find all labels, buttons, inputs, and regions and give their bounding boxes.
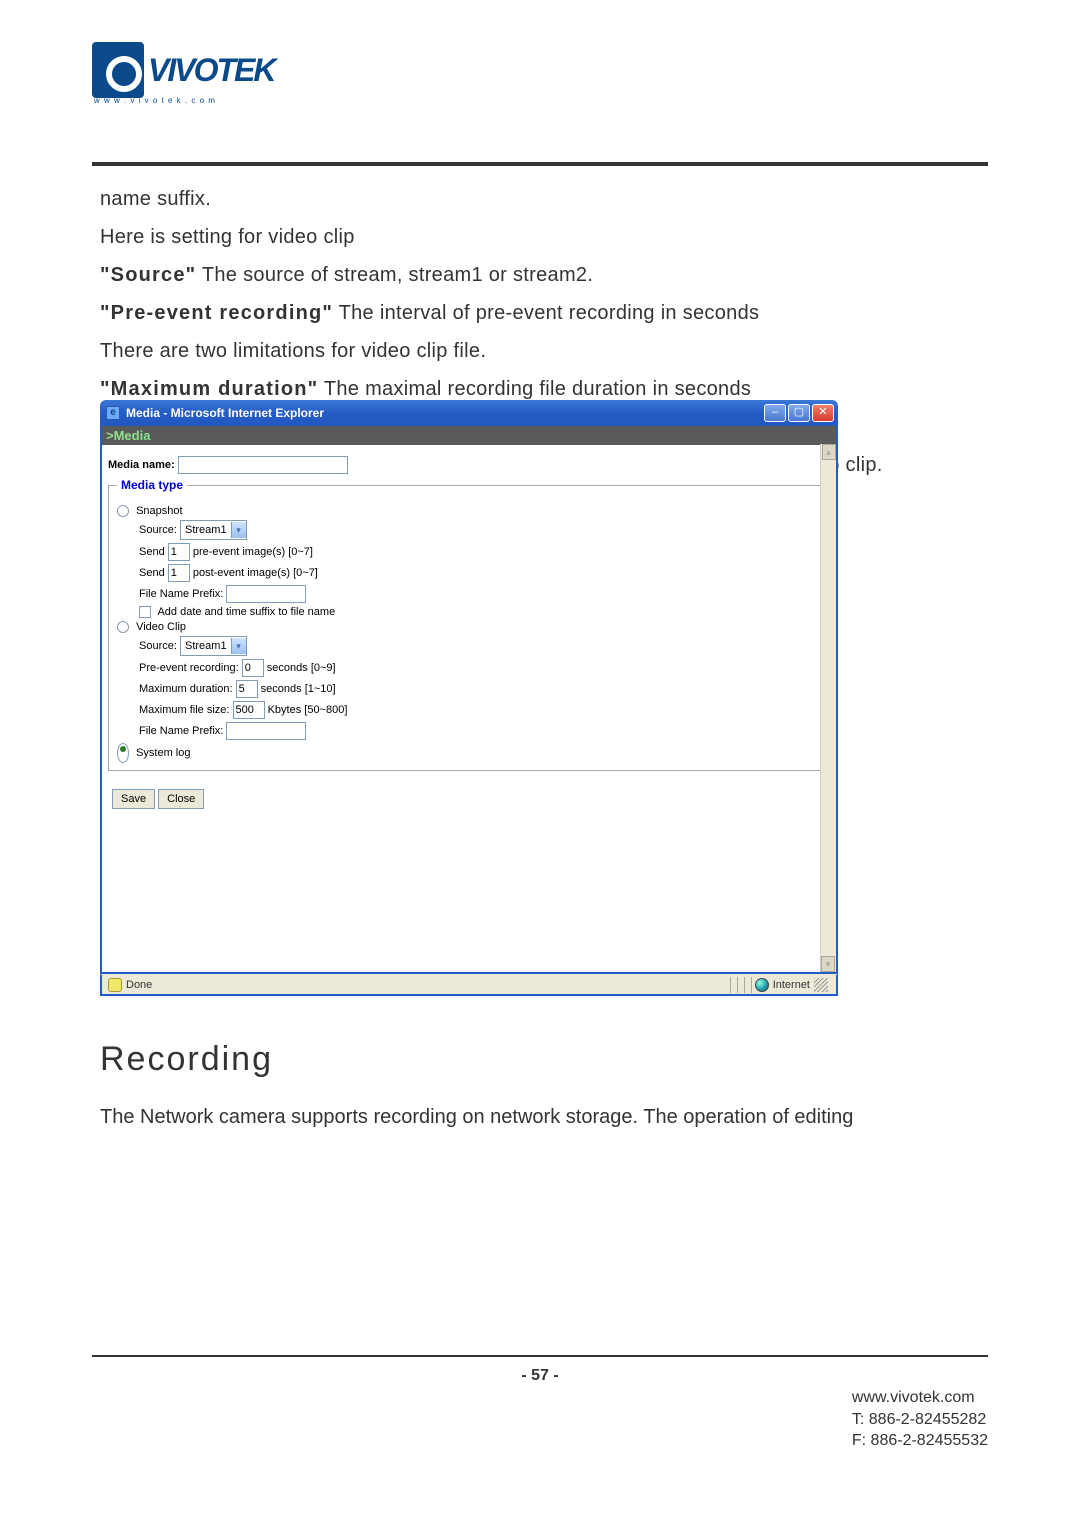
status-internet: Internet xyxy=(773,979,810,991)
resize-grip-icon[interactable] xyxy=(814,978,828,992)
top-divider xyxy=(92,162,988,166)
vc-source-label: Source: xyxy=(139,640,177,652)
line-limits: There are two limitations for video clip… xyxy=(100,332,988,370)
line-name-suffix: name suffix. xyxy=(100,180,988,218)
snapshot-radio[interactable] xyxy=(117,505,129,517)
internet-zone-icon xyxy=(755,978,769,992)
media-type-fieldset: Media type Snapshot Source: Stream1 ▾ Se… xyxy=(108,478,828,771)
post-image-count-input[interactable] xyxy=(168,564,190,582)
videoclip-radio[interactable] xyxy=(117,621,129,633)
minimize-button[interactable]: – xyxy=(764,404,786,422)
max-duration-label: Maximum duration: xyxy=(139,683,233,695)
pre-recording-row: Pre-event recording: seconds [0~9] xyxy=(139,659,819,677)
key-source: "Source" xyxy=(100,264,196,286)
systemlog-radio[interactable] xyxy=(117,743,129,763)
save-button[interactable]: Save xyxy=(112,789,155,809)
vivotek-logo: VIVOTEK w w w . v i v o t e k . c o m xyxy=(92,42,317,122)
scroll-down-icon[interactable]: ▾ xyxy=(821,956,835,972)
videoclip-source-row: Source: Stream1 ▾ xyxy=(139,636,819,656)
desc-source: The source of stream, stream1 or stream2… xyxy=(196,264,593,286)
logo-text: VIVOTEK xyxy=(148,52,274,89)
systemlog-label: System log xyxy=(136,747,190,759)
add-date-checkbox[interactable] xyxy=(139,606,151,618)
ie-statusbar: Done Internet xyxy=(100,974,838,996)
pre-recording-input[interactable] xyxy=(242,659,264,677)
line-setting-video: Here is setting for video clip xyxy=(100,218,988,256)
vc-source-value: Stream1 xyxy=(185,640,227,652)
ie-title: Media - Microsoft Internet Explorer xyxy=(126,406,764,420)
button-row: Save Close xyxy=(112,789,828,809)
media-ie-window: e Media - Microsoft Internet Explorer – … xyxy=(100,400,838,996)
line-source: "Source" The source of stream, stream1 o… xyxy=(100,256,988,294)
videoclip-label: Video Clip xyxy=(136,621,186,633)
line-preevent: "Pre-event recording" The interval of pr… xyxy=(100,294,988,332)
max-filesize-range: Kbytes [50~800] xyxy=(268,704,348,716)
ie-content: >Media ▴ ▾ Media name: Media type Snapsh… xyxy=(100,426,838,974)
chevron-down-icon: ▾ xyxy=(231,638,246,654)
media-type-legend: Media type xyxy=(117,478,187,492)
vertical-scrollbar[interactable]: ▴ ▾ xyxy=(820,444,836,972)
recording-heading: Recording xyxy=(100,1040,273,1079)
max-filesize-input[interactable] xyxy=(233,701,265,719)
done-icon xyxy=(108,978,122,992)
media-form: Media name: Media type Snapshot Source: … xyxy=(102,445,836,817)
send-label-2: Send xyxy=(139,567,165,579)
pre-image-row: Send pre-event image(s) [0~7] xyxy=(139,543,819,561)
footer-contact: www.vivotek.com T: 886-2-82455282 F: 886… xyxy=(852,1387,988,1452)
pre-recording-label: Pre-event recording: xyxy=(139,662,239,674)
max-duration-range: seconds [1~10] xyxy=(261,683,336,695)
max-duration-input[interactable] xyxy=(236,680,258,698)
maximize-button[interactable]: ▢ xyxy=(788,404,810,422)
footer-tel: T: 886-2-82455282 xyxy=(852,1409,988,1431)
max-duration-row: Maximum duration: seconds [1~10] xyxy=(139,680,819,698)
key-preevent: "Pre-event recording" xyxy=(100,302,333,324)
pre-image-range: pre-event image(s) [0~7] xyxy=(193,546,313,558)
footer-fax: F: 886-2-82455532 xyxy=(852,1430,988,1452)
send-label-1: Send xyxy=(139,546,165,558)
scroll-up-icon[interactable]: ▴ xyxy=(822,444,836,460)
media-header: >Media xyxy=(102,426,836,445)
pre-recording-range: seconds [0~9] xyxy=(267,662,336,674)
max-filesize-label: Maximum file size: xyxy=(139,704,229,716)
media-name-row: Media name: xyxy=(108,456,828,474)
videoclip-radio-row: Video Clip xyxy=(117,621,819,633)
add-date-label: Add date and time suffix to file name xyxy=(157,606,335,618)
snapshot-fnp-input[interactable] xyxy=(226,585,306,603)
media-name-input[interactable] xyxy=(178,456,348,474)
logo-icon xyxy=(92,42,144,98)
post-image-range: post-event image(s) [0~7] xyxy=(193,567,318,579)
videoclip-source-select[interactable]: Stream1 ▾ xyxy=(180,636,247,656)
media-name-label: Media name: xyxy=(108,459,175,471)
bottom-divider xyxy=(92,1355,988,1357)
chevron-down-icon: ▾ xyxy=(231,522,246,538)
vc-fnp-label: File Name Prefix: xyxy=(139,725,223,737)
snapshot-radio-row: Snapshot xyxy=(117,505,819,517)
desc-maxdur: The maximal recording file duration in s… xyxy=(318,378,751,400)
recording-paragraph: The Network camera supports recording on… xyxy=(100,1098,988,1136)
add-date-row: Add date and time suffix to file name xyxy=(139,606,819,618)
close-button[interactable]: Close xyxy=(158,789,204,809)
videoclip-fnp-row: File Name Prefix: xyxy=(139,722,819,740)
ie-titlebar[interactable]: e Media - Microsoft Internet Explorer – … xyxy=(100,400,838,426)
snapshot-fnp-row: File Name Prefix: xyxy=(139,585,819,603)
snapshot-label: Snapshot xyxy=(136,505,182,517)
max-filesize-row: Maximum file size: Kbytes [50~800] xyxy=(139,701,819,719)
snapshot-fnp-label: File Name Prefix: xyxy=(139,588,223,600)
close-window-button[interactable]: ✕ xyxy=(812,404,834,422)
snapshot-source-row: Source: Stream1 ▾ xyxy=(139,520,819,540)
vc-fnp-input[interactable] xyxy=(226,722,306,740)
key-maxdur: "Maximum duration" xyxy=(100,378,318,400)
snapshot-source-value: Stream1 xyxy=(185,524,227,536)
desc-preevent: The interval of pre-event recording in s… xyxy=(333,302,759,324)
ie-icon: e xyxy=(106,406,120,420)
page-number: - 57 - xyxy=(0,1367,1080,1385)
post-image-row: Send post-event image(s) [0~7] xyxy=(139,564,819,582)
snapshot-source-select[interactable]: Stream1 ▾ xyxy=(180,520,247,540)
footer-url: www.vivotek.com xyxy=(852,1387,988,1409)
pre-image-count-input[interactable] xyxy=(168,543,190,561)
status-done: Done xyxy=(126,979,152,991)
source-label: Source: xyxy=(139,524,177,536)
syslog-radio-row: System log xyxy=(117,743,819,763)
